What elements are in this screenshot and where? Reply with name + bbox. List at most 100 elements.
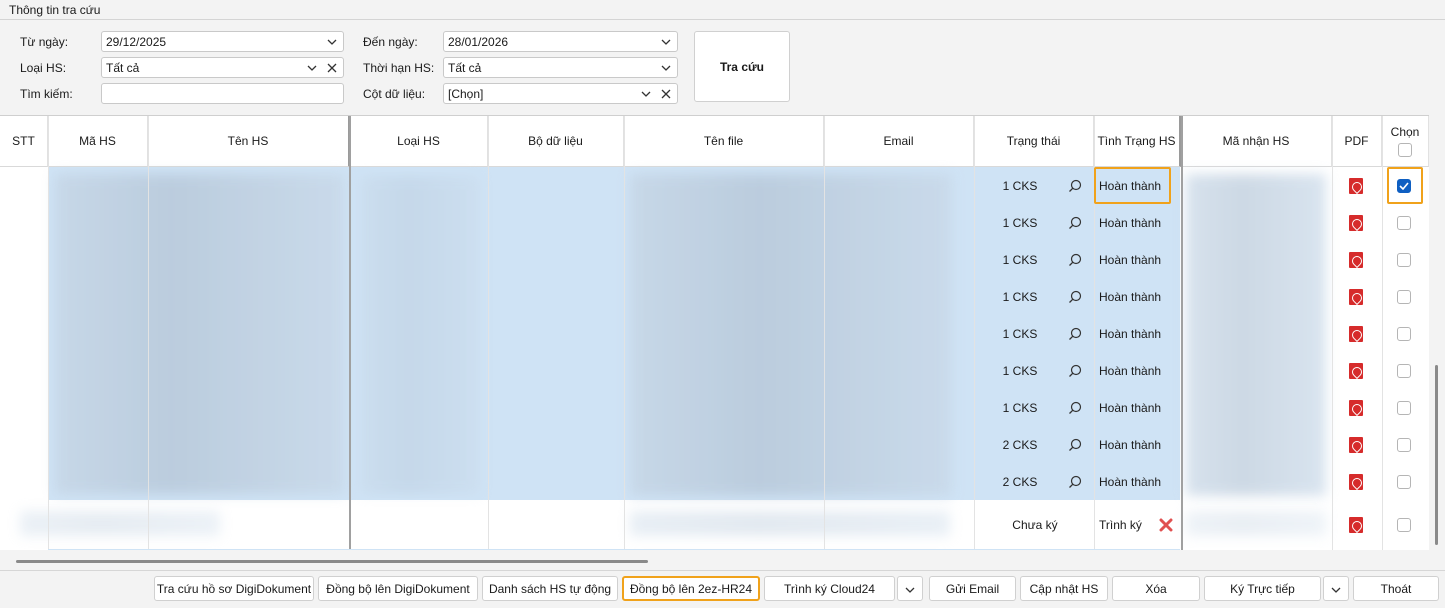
search-label: Tìm kiếm:: [20, 87, 73, 101]
pdf-icon[interactable]: [1349, 241, 1363, 278]
digidokument-search-button[interactable]: Tra cứu hồ sơ DigiDokument: [154, 576, 314, 601]
pdf-icon[interactable]: [1349, 389, 1363, 426]
col-divider: [824, 116, 825, 550]
to-date-picker[interactable]: 28/01/2026: [443, 31, 678, 52]
sync-2ez-button[interactable]: Đồng bộ lên 2ez-HR24: [622, 576, 760, 601]
col-header-stt[interactable]: STT: [0, 116, 48, 167]
col-header-email[interactable]: Email: [824, 116, 974, 167]
redacted-area: [630, 511, 950, 536]
status-cell: 1 CKS: [1002, 400, 1038, 415]
search-icon[interactable]: [1068, 463, 1082, 500]
from-date-picker[interactable]: 29/12/2025: [101, 31, 344, 52]
col-header-ten-hs[interactable]: Tên HS: [148, 116, 350, 167]
row-checkbox[interactable]: [1397, 278, 1411, 315]
direct-sign-dropdown-button[interactable]: [1323, 576, 1349, 601]
chevron-down-icon[interactable]: [659, 61, 673, 75]
exit-button[interactable]: Thoát: [1353, 576, 1439, 601]
clear-icon[interactable]: [325, 61, 339, 75]
direct-sign-button[interactable]: Ký Trực tiếp: [1204, 576, 1321, 601]
col-divider: [48, 116, 49, 550]
cloud24-sign-button[interactable]: Trình ký Cloud24: [764, 576, 895, 601]
chevron-down-icon[interactable]: [659, 35, 673, 49]
search-icon[interactable]: [1068, 352, 1082, 389]
row-checkbox[interactable]: [1397, 426, 1411, 463]
pdf-icon[interactable]: [1349, 315, 1363, 352]
pdf-icon[interactable]: [1349, 167, 1363, 204]
col-header-tinh-trang[interactable]: Tình Trạng HS: [1094, 116, 1181, 167]
status-cell: 2 CKS: [1002, 474, 1038, 489]
col-header-ma-hs[interactable]: Mã HS: [48, 116, 148, 167]
col-header-bo-du-lieu[interactable]: Bộ dữ liệu: [488, 116, 624, 167]
row-checkbox[interactable]: [1397, 352, 1411, 389]
search-input[interactable]: [101, 83, 344, 104]
search-button[interactable]: Tra cứu: [694, 31, 790, 102]
select-all-checkbox[interactable]: [1398, 143, 1412, 157]
deadline-select[interactable]: Tất cả: [443, 57, 678, 78]
row-checkbox[interactable]: [1397, 506, 1411, 543]
status-cell: Chưa ký: [1012, 517, 1058, 532]
doc-status-cell: Hoàn thành: [1099, 252, 1162, 267]
deadline-value: Tất cả: [448, 60, 482, 75]
search-icon[interactable]: [1068, 241, 1082, 278]
update-button[interactable]: Cập nhật HS: [1020, 576, 1108, 601]
sync-digidokument-button[interactable]: Đồng bộ lên DigiDokument: [318, 576, 478, 601]
col-divider: [624, 116, 625, 550]
redacted-area: [55, 174, 345, 494]
pdf-icon[interactable]: [1349, 278, 1363, 315]
search-icon[interactable]: [1068, 389, 1082, 426]
cloud24-dropdown-button[interactable]: [897, 576, 923, 601]
chevron-down-icon: [1331, 582, 1341, 596]
search-icon[interactable]: [1068, 167, 1082, 204]
vertical-scrollbar[interactable]: [1435, 365, 1438, 545]
horizontal-scrollbar[interactable]: [16, 560, 648, 563]
pdf-icon[interactable]: [1349, 426, 1363, 463]
frozen-divider: [349, 116, 351, 550]
row-checkbox[interactable]: [1397, 241, 1411, 278]
row-checkbox[interactable]: [1397, 204, 1411, 241]
row-checkbox[interactable]: [1397, 315, 1411, 352]
clear-icon[interactable]: [659, 87, 673, 101]
col-header-loai-hs[interactable]: Loại HS: [350, 116, 488, 167]
col-divider: [148, 116, 149, 550]
row-checkbox[interactable]: [1397, 389, 1411, 426]
delete-button[interactable]: Xóa: [1112, 576, 1200, 601]
column-select[interactable]: [Chọn]: [443, 83, 678, 104]
status-cell: 1 CKS: [1002, 178, 1038, 193]
chevron-down-icon[interactable]: [639, 87, 653, 101]
col-header-chon[interactable]: Chọn: [1382, 116, 1429, 167]
status-cell: 1 CKS: [1002, 326, 1038, 341]
from-date-label: Từ ngày:: [20, 35, 69, 49]
status-cell: 2 CKS: [1002, 437, 1038, 452]
chon-header-label: Chọn: [1390, 125, 1420, 139]
pdf-icon[interactable]: [1349, 463, 1363, 500]
divider: [0, 570, 1445, 571]
chevron-down-icon[interactable]: [325, 35, 339, 49]
panel-title: Thông tin tra cứu: [0, 0, 1445, 20]
status-cell: 1 CKS: [1002, 215, 1038, 230]
auto-list-button[interactable]: Danh sách HS tự động: [482, 576, 618, 601]
pdf-icon[interactable]: [1349, 506, 1363, 543]
highlight-box: [1094, 167, 1171, 204]
pdf-icon[interactable]: [1349, 204, 1363, 241]
col-header-pdf[interactable]: PDF: [1332, 116, 1382, 167]
data-grid: STT Mã HS Tên HS Loại HS Bộ dữ liệu Tên …: [0, 115, 1429, 550]
doc-status-cell: Hoàn thành: [1099, 363, 1162, 378]
row-checkbox[interactable]: [1397, 463, 1411, 500]
frozen-divider: [1181, 116, 1183, 550]
status-cell: 1 CKS: [1002, 363, 1038, 378]
search-icon[interactable]: [1068, 426, 1082, 463]
type-select[interactable]: Tất cả: [101, 57, 344, 78]
chevron-down-icon[interactable]: [305, 61, 319, 75]
col-header-trang-thai[interactable]: Trạng thái: [974, 116, 1094, 167]
search-icon[interactable]: [1068, 315, 1082, 352]
col-header-ma-nhan[interactable]: Mã nhận HS: [1181, 116, 1332, 167]
redacted-area: [360, 176, 480, 494]
delete-icon[interactable]: [1159, 506, 1173, 543]
search-icon[interactable]: [1068, 278, 1082, 315]
pdf-icon[interactable]: [1349, 352, 1363, 389]
send-email-button[interactable]: Gửi Email: [929, 576, 1016, 601]
col-header-ten-file[interactable]: Tên file: [624, 116, 824, 167]
search-icon[interactable]: [1068, 204, 1082, 241]
type-value: Tất cả: [106, 60, 140, 75]
doc-status-cell: Hoàn thành: [1099, 474, 1162, 489]
